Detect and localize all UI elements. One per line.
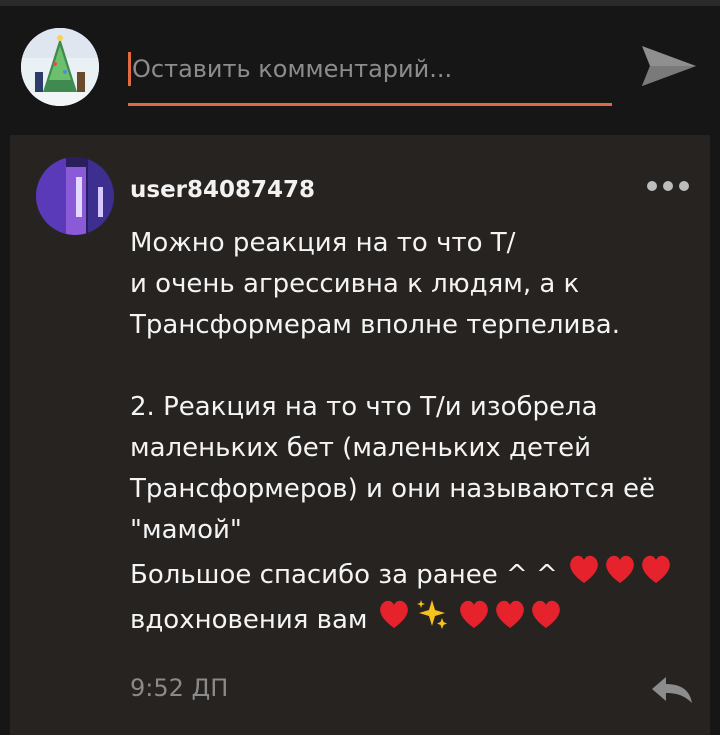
comment-line-with-emoji: вдохновения вам xyxy=(130,596,700,641)
comment-line: 2. Реакция на то что Т/и изобрела xyxy=(130,392,598,422)
commenter-avatar-image xyxy=(36,157,114,235)
more-options-icon xyxy=(647,181,689,191)
comment-username[interactable]: user84087478 xyxy=(130,175,315,205)
comment-card: user84087478 Можно реакция на то что Т/ … xyxy=(10,135,710,735)
more-options-button[interactable] xyxy=(644,173,692,199)
send-icon xyxy=(642,46,696,86)
comment-line-with-emoji: Большое спасибо за ранее ^ ^ xyxy=(130,551,700,596)
comment-line: Трансформерам вполне терпелива. xyxy=(130,310,620,340)
reply-icon xyxy=(652,677,692,703)
comment-line-text: вдохновения вам xyxy=(130,605,368,635)
send-button[interactable] xyxy=(640,42,698,90)
comment-line-text: Большое спасибо за ранее ^ ^ xyxy=(130,560,558,590)
comment-input[interactable]: Оставить комментарий... xyxy=(128,42,612,106)
reply-button[interactable] xyxy=(648,673,696,707)
comment-body: Можно реакция на то что Т/ и очень агрес… xyxy=(130,223,700,641)
text-caret xyxy=(128,52,131,86)
input-underline xyxy=(128,103,612,106)
comment-blank-line xyxy=(130,346,700,387)
hearts-emoji-icon xyxy=(570,555,670,583)
comment-line: "мамой" xyxy=(130,515,242,545)
comment-line: Можно реакция на то что Т/ xyxy=(130,228,516,258)
hearts-sparkles-emoji-icon xyxy=(379,600,560,629)
comment-composer: Оставить комментарий... xyxy=(0,6,720,130)
comment-line: маленьких бет (маленьких детей xyxy=(130,433,592,463)
comment-line: Трансформеров) и они называются её xyxy=(130,474,656,504)
comment-line: и очень агрессивна к людям, а к xyxy=(130,269,580,299)
comment-placeholder: Оставить комментарий... xyxy=(132,55,453,83)
my-avatar[interactable] xyxy=(21,28,99,106)
comment-timestamp: 9:52 ДП xyxy=(130,674,229,702)
commenter-avatar[interactable] xyxy=(36,157,114,235)
my-avatar-image xyxy=(21,28,99,106)
